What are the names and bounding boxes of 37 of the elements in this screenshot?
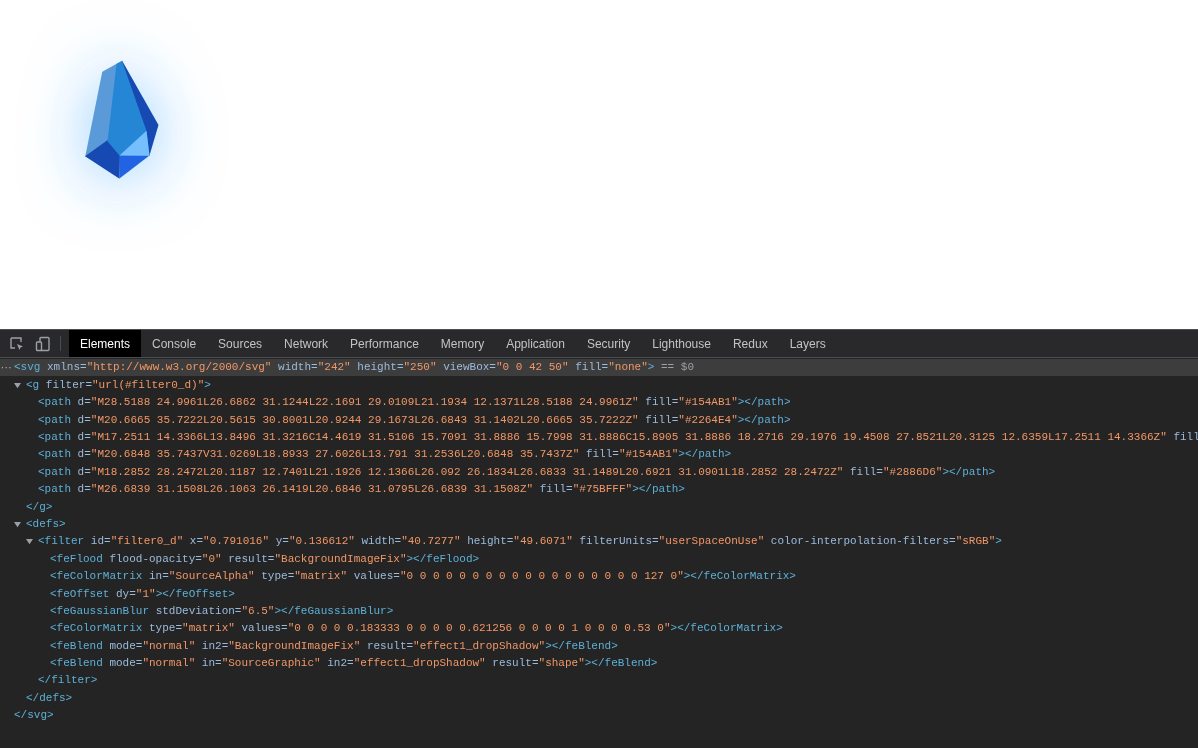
ellipsis-marker[interactable]: ··· — [0, 363, 12, 372]
expanded-triangle-icon[interactable] — [14, 381, 21, 389]
expanded-triangle-icon[interactable] — [26, 538, 33, 546]
devtools-tab[interactable]: Sources — [207, 330, 274, 357]
devtools-tab[interactable]: Memory — [429, 330, 496, 357]
devtools-tab[interactable]: Network — [273, 330, 340, 357]
devtools-tab[interactable]: Redux — [721, 330, 779, 357]
code-line[interactable]: <path d="M20.6848 35.7437V31.0269L18.8933 27.6026L13.791 31.2536L20.6848 35.7437Z" fill="#154AB1"></path> — [38, 446, 732, 463]
code-line[interactable]: <feBlend mode="normal" in="SourceGraphic" in2="effect1_dropShadow" result="shape"></feBlend> — [50, 655, 658, 672]
inspect-element-icon[interactable] — [9, 335, 25, 352]
code-line[interactable]: </defs> — [26, 689, 73, 707]
code-line[interactable]: <defs> — [26, 515, 66, 533]
code-line[interactable]: <path d="M26.6839 31.1508L26.1063 26.1419L20.6846 31.0795L26.6839 31.1508Z" fill="#75BFFF"></path> — [38, 481, 685, 498]
code-line[interactable]: <path d="M18.2852 28.2472L20.1187 12.7401L21.1926 12.1366L26.092 26.1834L26.6833 31.1489L20.6921 31.0901L18.2852 28.2472Z" fill="#2886D6"></path> — [38, 463, 996, 481]
devtools-tab[interactable]: Application — [495, 330, 576, 357]
code-line[interactable]: <path d="M20.6665 35.7222L20.5615 30.8001L20.9244 29.1673L26.6843 31.1402L20.6665 35.7222Z" fill="#2264E4"></path> — [38, 411, 791, 429]
code-line[interactable]: <feFlood flood-opacity="0" result="BackgroundImageFix"></feFlood> — [50, 550, 480, 568]
code-line[interactable]: <feColorMatrix type="matrix" values="0 0 0 0 0.183333 0 0 0 0 0.621256 0 0 0 0 1 0 0 0 0.53 0"></feColorMatrix> — [50, 620, 783, 637]
code-line[interactable]: <path d="M28.5188 24.9961L26.6862 31.1244L22.1691 29.0109L21.1934 12.1371L28.5188 24.9961Z" fill="#154AB1"></path> — [38, 394, 791, 411]
devtools-tab[interactable]: Security — [575, 330, 642, 357]
code-line[interactable]: </filter> — [38, 672, 98, 689]
device-toolbar-icon[interactable] — [35, 335, 51, 352]
code-line[interactable]: </svg> — [14, 707, 54, 724]
code-line[interactable]: <feColorMatrix in="SourceAlpha" type="matrix" values="0 0 0 0 0 0 0 0 0 0 0 0 0 0 0 0 0 0 127 0"></feColorMatrix> — [50, 568, 796, 585]
devtools-tab[interactable]: Layers — [778, 330, 837, 357]
code-line[interactable]: <g filter="url(#filter0_d)"> — [26, 376, 211, 394]
code-line[interactable]: <feGaussianBlur stdDeviation="6.5"></feGaussianBlur> — [50, 602, 394, 620]
code-line[interactable]: <svg xmlns="http://www.w3.org/2000/svg" width="242" height="250" viewBox="0 0 42 50" fill="none"> == $0 — [14, 359, 694, 376]
code-line[interactable]: </g> — [26, 498, 53, 516]
devtools-tab[interactable]: Elements — [69, 330, 142, 357]
code-line[interactable]: <feBlend mode="normal" in2="BackgroundImageFix" result="effect1_dropShadow"></feBlend> — [50, 637, 618, 655]
devtools-tab[interactable]: Performance — [339, 330, 430, 357]
devtools-tab[interactable]: Console — [141, 330, 208, 357]
code-line[interactable]: <feOffset dy="1"></feOffset> — [50, 585, 235, 602]
expanded-triangle-icon[interactable] — [14, 520, 21, 528]
devtools-tab[interactable]: Lighthouse — [641, 330, 722, 357]
code-line[interactable]: <filter id="filter0_d" x="0.791016" y="0.136612" width="40.7277" height="49.6071" filterUnits="userSpaceOnUse" color-interpolation-filters="sRGB"> — [38, 533, 1002, 550]
